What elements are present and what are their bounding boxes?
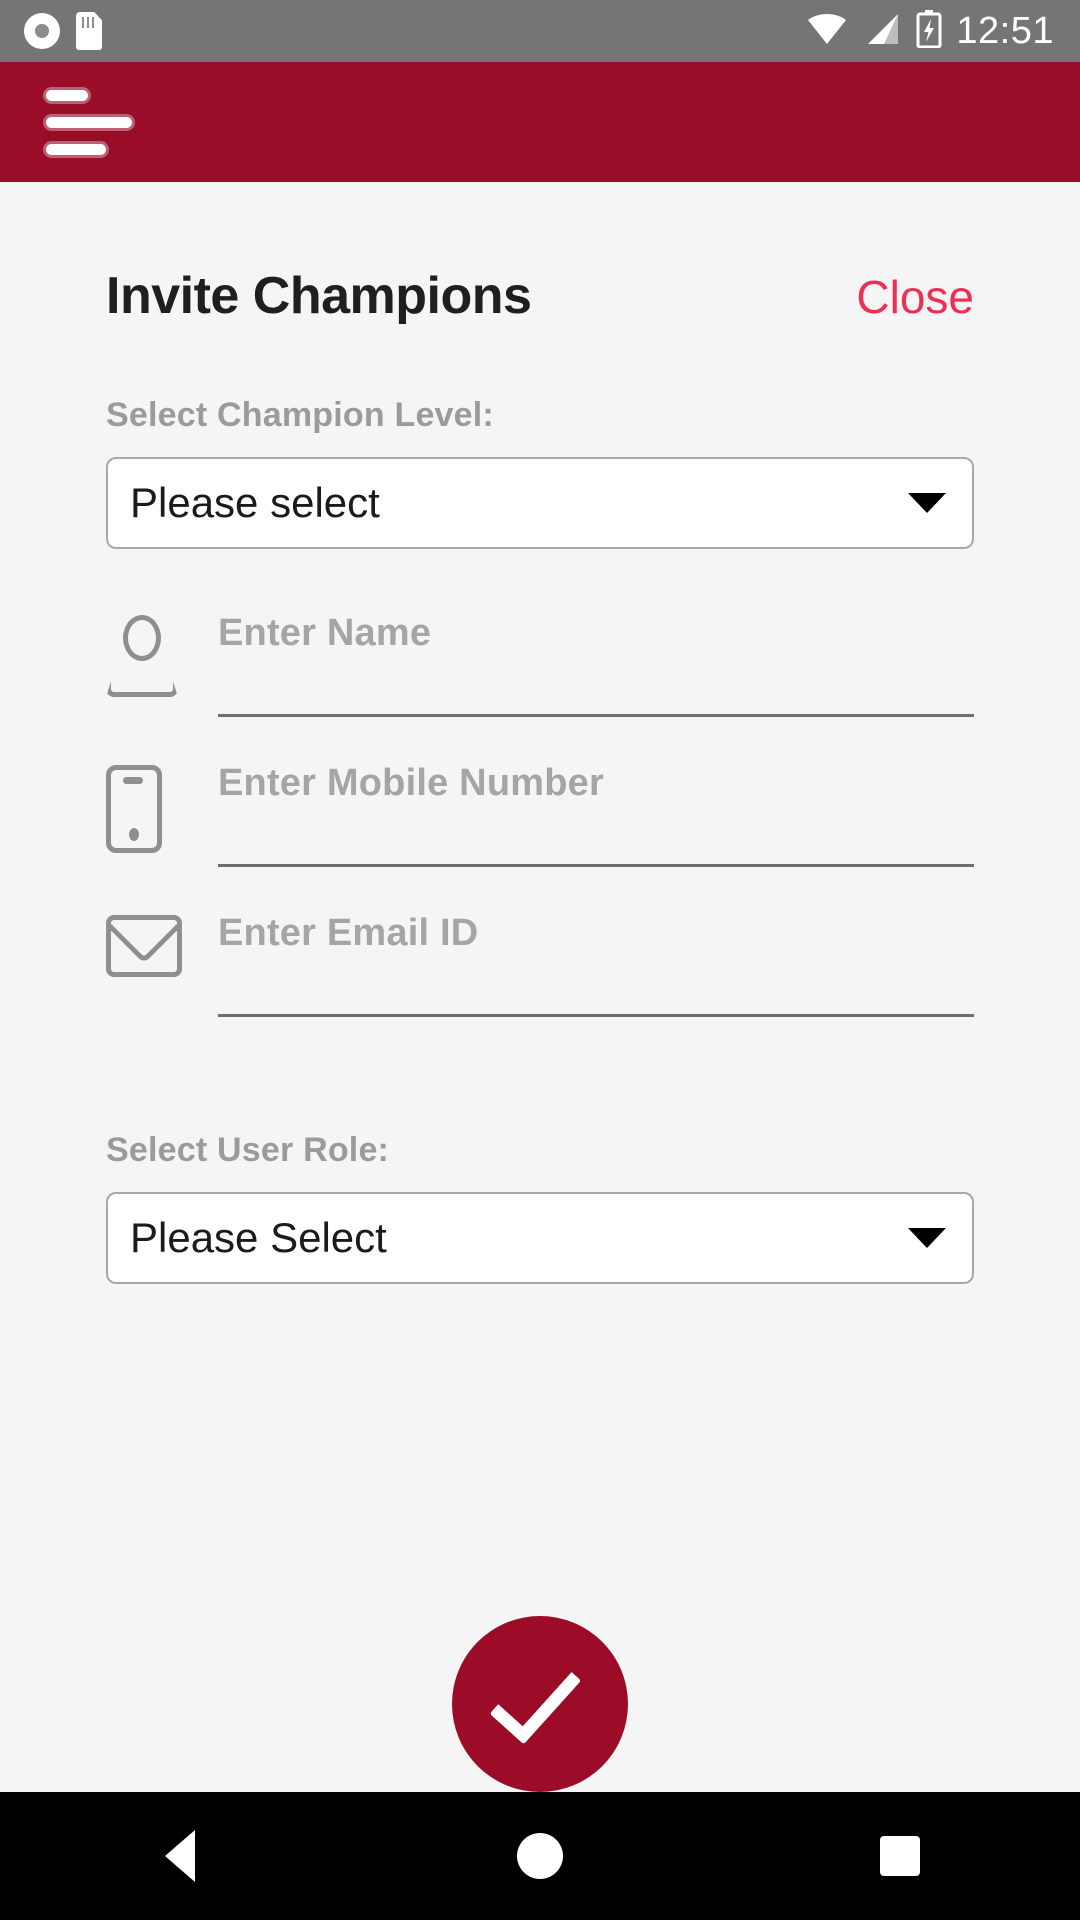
- mobile-input[interactable]: Enter Mobile Number: [218, 757, 974, 867]
- sd-card-icon: [76, 12, 102, 50]
- back-triangle-icon: [165, 1830, 195, 1882]
- email-input[interactable]: Enter Email ID: [218, 907, 974, 1017]
- status-bar: 12:51: [0, 0, 1080, 62]
- recents-square-icon: [880, 1836, 920, 1876]
- status-bar-left-icons: [24, 12, 102, 50]
- user-role-select[interactable]: Please Select: [106, 1192, 974, 1284]
- input-fields-group: Enter Name Enter Mobile Number Enter Ema…: [106, 607, 974, 1057]
- battery-charging-icon: [916, 9, 942, 53]
- mobile-field-row[interactable]: Enter Mobile Number: [106, 757, 974, 907]
- submit-button-container: [0, 1616, 1080, 1792]
- page-title: Invite Champions: [106, 267, 532, 325]
- champion-level-select[interactable]: Please select: [106, 457, 974, 549]
- nav-recents-button[interactable]: [825, 1792, 975, 1920]
- status-bar-right-icons: 12:51: [806, 9, 1054, 53]
- nav-back-button[interactable]: [105, 1792, 255, 1920]
- mobile-input-placeholder: Enter Mobile Number: [218, 762, 604, 804]
- email-input-placeholder: Enter Email ID: [218, 912, 479, 954]
- app-bar: [0, 62, 1080, 182]
- form-content: Invite Champions Close Select Champion L…: [0, 182, 1080, 1792]
- champion-level-value: Please select: [130, 479, 380, 526]
- envelope-icon: [106, 907, 218, 977]
- close-button[interactable]: Close: [856, 274, 974, 320]
- hamburger-menu-icon[interactable]: [38, 84, 140, 161]
- name-input[interactable]: Enter Name: [218, 607, 974, 717]
- nav-home-button[interactable]: [465, 1792, 615, 1920]
- champion-level-label: Select Champion Level:: [106, 396, 494, 434]
- home-circle-icon: [517, 1833, 563, 1879]
- user-role-value: Please Select: [130, 1214, 387, 1261]
- submit-button[interactable]: [452, 1616, 628, 1792]
- phone-screen: 12:51 Invite Champions Close Select Cham…: [0, 0, 1080, 1920]
- header-row: Invite Champions Close: [106, 182, 974, 322]
- status-bar-clock: 12:51: [956, 10, 1054, 52]
- name-input-placeholder: Enter Name: [218, 612, 432, 654]
- email-field-row[interactable]: Enter Email ID: [106, 907, 974, 1057]
- chevron-down-icon: [908, 493, 946, 513]
- checkmark-icon: [489, 1649, 582, 1745]
- signal-icon: [862, 12, 902, 51]
- name-field-row[interactable]: Enter Name: [106, 607, 974, 757]
- phone-icon: [106, 757, 218, 853]
- wifi-icon: [806, 12, 848, 51]
- chevron-down-icon: [908, 1228, 946, 1248]
- user-role-label: Select User Role:: [106, 1131, 390, 1169]
- disc-icon: [24, 13, 60, 49]
- android-navigation-bar: [0, 1792, 1080, 1920]
- person-icon: [106, 607, 218, 697]
